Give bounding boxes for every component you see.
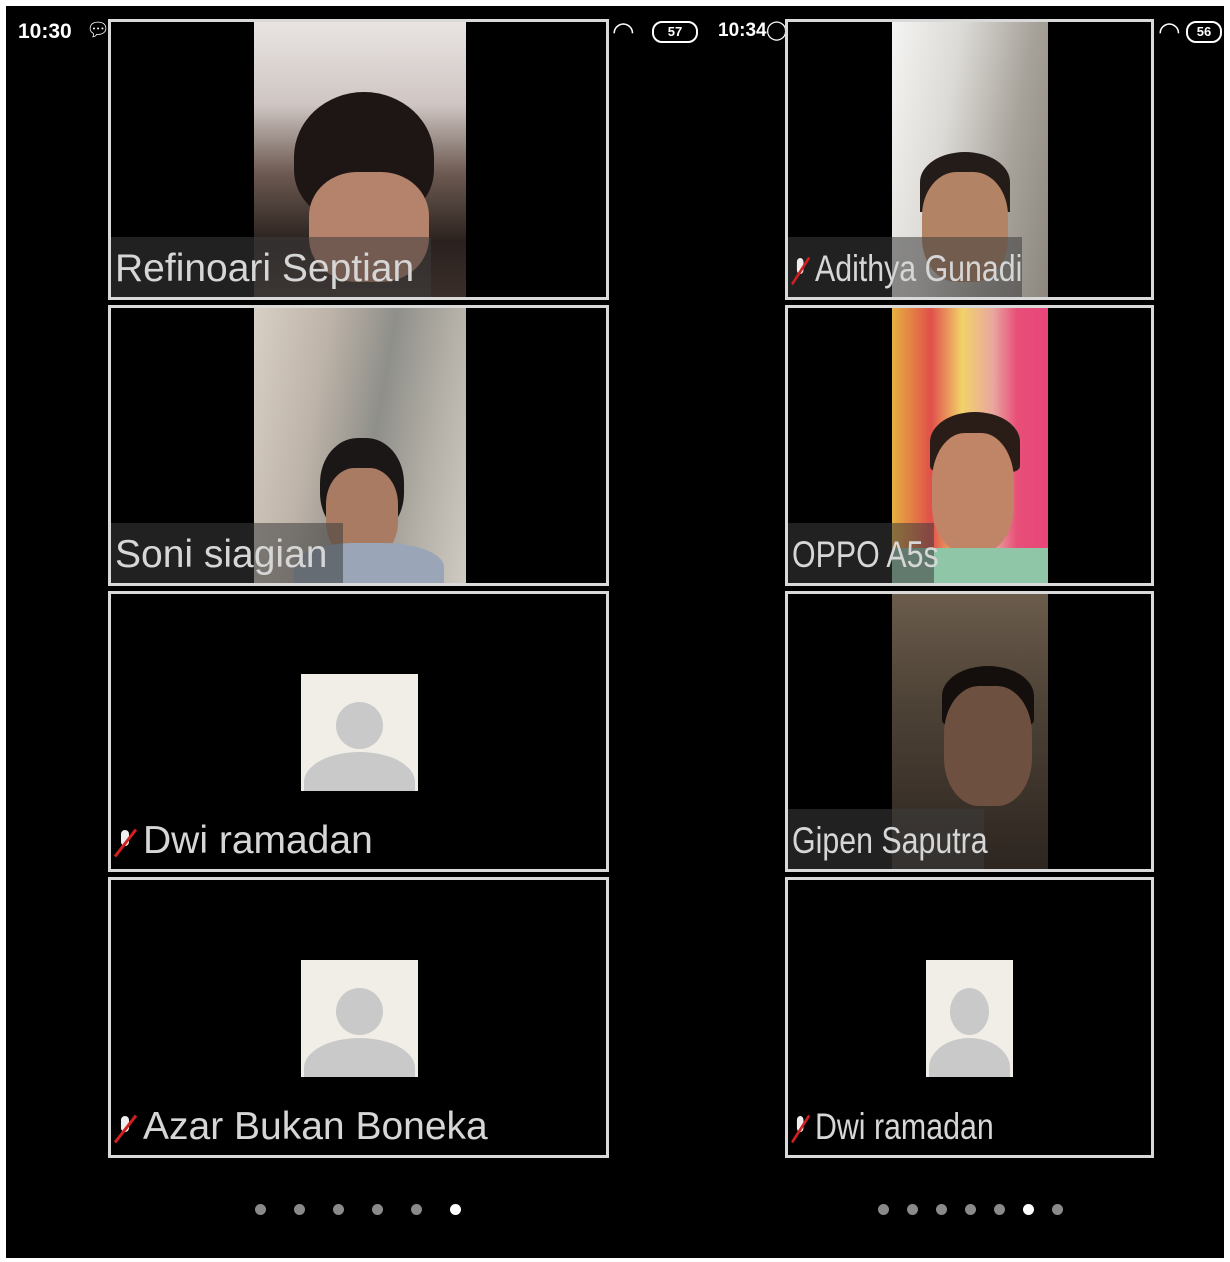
page-dot[interactable] <box>965 1204 976 1215</box>
participant-name: Azar Bukan Boneka <box>115 1103 488 1151</box>
battery-icon: 56 <box>1186 21 1222 43</box>
page-dot[interactable] <box>411 1204 422 1215</box>
page-dot[interactable] <box>878 1204 889 1215</box>
default-avatar-icon <box>301 960 418 1077</box>
mic-muted-icon <box>115 1114 135 1144</box>
default-avatar-icon <box>926 960 1013 1077</box>
mic-muted-icon <box>792 256 808 286</box>
status-time: 10:34 <box>718 20 767 41</box>
participant-tile[interactable]: Soni siagian <box>108 305 609 586</box>
participant-tile[interactable]: Dwi ramadan <box>108 591 609 872</box>
page-dot[interactable] <box>372 1204 383 1215</box>
chat-bubble-icon: 💬︎ <box>86 20 111 41</box>
participant-name: OPPO A5s <box>792 534 939 575</box>
participant-tile[interactable]: Azar Bukan Boneka <box>108 877 609 1158</box>
wifi-icon: ◠ <box>612 16 635 46</box>
page-dot[interactable] <box>294 1204 305 1215</box>
participant-tile[interactable]: Gipen Saputra <box>785 591 1154 872</box>
participant-name: Dwi ramadan <box>792 1103 994 1151</box>
participant-name: Refinoari Septian <box>115 247 415 290</box>
battery-icon: 57 <box>652 21 698 43</box>
participant-name: Adithya Gunadi <box>792 245 1022 293</box>
page-dot[interactable] <box>907 1204 918 1215</box>
mic-muted-icon <box>115 828 135 858</box>
status-time: 10:30 <box>18 20 72 43</box>
participant-tile[interactable]: OPPO A5s <box>785 305 1154 586</box>
wifi-icon: ◠ <box>1158 16 1181 46</box>
page-dot[interactable] <box>936 1204 947 1215</box>
page-dot[interactable] <box>333 1204 344 1215</box>
meeting-screen-right: 10:34 ◯ 💬︎ S ◠ 56 Adithya Gunadi OPPO A5… <box>706 6 1224 1258</box>
participant-name: Soni siagian <box>115 533 328 576</box>
participant-tile[interactable]: Adithya Gunadi <box>785 19 1154 300</box>
page-dot[interactable] <box>450 1204 461 1215</box>
participant-name: Gipen Saputra <box>792 820 988 861</box>
page-dot[interactable] <box>255 1204 266 1215</box>
participant-tile[interactable]: Refinoari Septian <box>108 19 609 300</box>
page-dot[interactable] <box>1052 1204 1063 1215</box>
default-avatar-icon <box>301 674 418 791</box>
page-dot[interactable] <box>1023 1204 1034 1215</box>
page-dot[interactable] <box>994 1204 1005 1215</box>
mic-muted-icon <box>792 1114 808 1144</box>
meeting-screen-left: 10:30 💬︎ S ◠ 57 Refinoari Septian Soni s… <box>6 6 706 1258</box>
participant-tile[interactable]: Dwi ramadan <box>785 877 1154 1158</box>
participant-name: Dwi ramadan <box>115 817 373 865</box>
